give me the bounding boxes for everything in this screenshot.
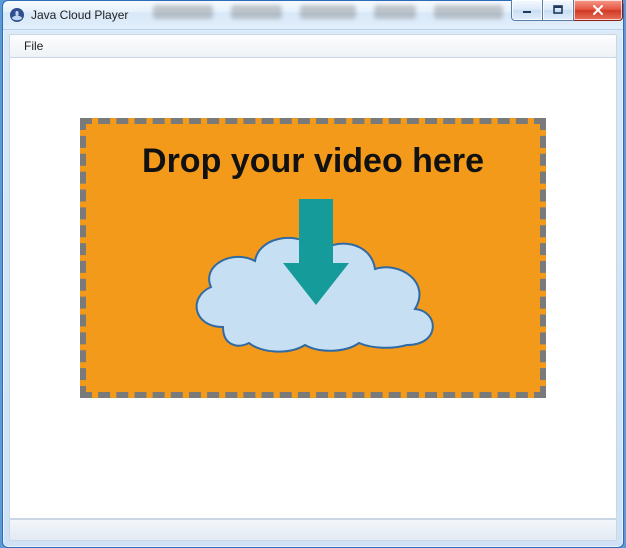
- app-icon: [9, 7, 25, 23]
- video-dropzone[interactable]: Drop your video here: [80, 118, 546, 398]
- dropzone-label: Drop your video here: [142, 142, 484, 181]
- dropzone-graphic: [163, 187, 463, 370]
- maximize-button[interactable]: [543, 0, 574, 21]
- window-title: Java Cloud Player: [31, 8, 128, 22]
- menubar: File: [9, 34, 617, 58]
- titlebar[interactable]: Java Cloud Player: [3, 1, 623, 30]
- window-controls: [511, 0, 623, 21]
- menu-file[interactable]: File: [16, 37, 51, 55]
- app-window: Java Cloud Player: [2, 0, 624, 548]
- statusbar: [9, 519, 617, 541]
- cloud-download-icon: [163, 187, 463, 367]
- minimize-button[interactable]: [511, 0, 543, 21]
- client-area: Drop your video here: [9, 57, 617, 519]
- close-button[interactable]: [574, 0, 623, 21]
- titlebar-background-blur: [153, 5, 503, 23]
